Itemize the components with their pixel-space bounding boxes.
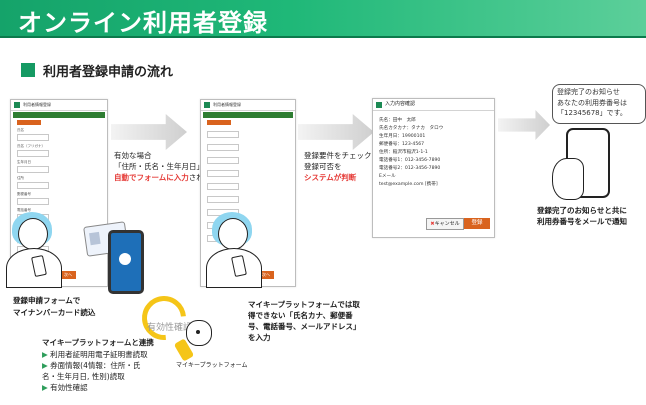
linkage-list: ▶ 利用者証明用電子証明書読取 ▶ 券面情報(4情報：住所・氏 名・生年月日, … [42,349,148,393]
card-photo [89,231,101,246]
app-icon [204,102,210,108]
arrow1-line3: 自動でフォームに入力される [114,173,211,182]
list-item: ▶ 券面情報(4情報：住所・氏 [42,361,141,370]
name-field[interactable] [17,134,49,141]
confirm-row: 住所：稲沢市稲沢1-1-1 [379,150,428,155]
done-caption-2: 利用券番号をメールで通知 [537,217,627,226]
mascot-label: マイキープラットフォーム [176,362,248,369]
confirm-row: 氏名カタカナ：タナカ タロウ [379,126,444,131]
form-field[interactable] [207,183,239,190]
arrow1-line2: 「住所・氏名・生年月日」が [114,162,212,171]
list-item: ▶ 利用者証明用電子証明書読取 [42,350,148,359]
notice-line2: あなたの利用券番号は [557,98,627,107]
platform-caption-2: 得できない「氏名カナ、郵便番 [248,311,353,320]
flow-arrow-1 [111,114,187,150]
section-marker [21,63,35,77]
section-title: 利用者登録申請の流れ [43,65,174,80]
field-label: 生年月日 [17,160,31,164]
cancel-button[interactable]: ✖キャンセル [426,218,464,230]
arrow1-line1: 有効な場合 [114,151,152,160]
card-read-button[interactable] [207,120,231,125]
card-read-button[interactable] [17,120,41,125]
triangle-bullet-icon: ▶ [42,361,48,370]
form-section-bar [13,112,105,118]
done-caption-1: 登録完了のお知らせと共に [537,206,627,215]
phone-reading-icon [108,230,144,294]
address-field[interactable] [17,182,49,189]
form-screen-header: 利用者情報登録 [201,100,295,111]
confirm-header: 入力内容確認 [373,99,494,111]
form-next-button[interactable]: 次へ [60,271,76,279]
confirm-row: Eメール [379,174,396,179]
platform-caption-1: マイキープラットフォームでは取 [248,300,360,309]
hand-icon [552,158,584,200]
field-label: 氏名（フリガナ） [17,144,45,148]
form-field[interactable] [207,170,239,177]
confirmation-screen: 入力内容確認 氏名：田中 太郎 氏名カタカナ：タナカ タロウ 生年月日：1990… [372,98,495,238]
read-caption-2: マイナンバーカード読込 [13,308,96,317]
person-face [218,218,248,250]
confirm-row: 生年月日：19900101 [379,134,426,139]
field-label: 氏名 [17,128,24,132]
birthdate-field[interactable] [17,166,49,173]
triangle-bullet-icon: ▶ [42,383,48,392]
app-icon [14,102,20,108]
form-field[interactable] [207,196,239,203]
arrow2-line2: 登録可否を [304,162,342,171]
list-item: ▶ 有効性確認 [42,383,88,392]
form-field[interactable] [207,131,239,138]
notice-line3: 「12345678」です。 [557,109,627,117]
form-section-bar [203,112,293,118]
kana-field[interactable] [17,150,49,157]
confirm-row: 氏名：田中 太郎 [379,118,416,123]
mascot-nose [196,330,200,334]
confirm-row: 電話番号1：012-3456-7890 [379,158,441,163]
confirm-row: 郵便番号：123-4567 [379,142,425,147]
flow-arrow-2 [298,114,374,150]
app-icon [376,101,382,108]
form-screen-header: 利用者情報登録 [11,100,107,111]
read-caption-1: 登録申請フォームで [13,296,81,305]
list-item: 名・生年月日, 性別)読取 [42,372,125,381]
person-face [18,218,48,250]
nfc-icon [119,253,131,265]
header-underline [0,36,646,38]
arrow2-line3: システムが判断 [304,173,357,182]
form-field[interactable] [207,157,239,164]
platform-caption-3: 号、電話番号、メールアドレス」 [248,322,361,331]
form-field[interactable] [207,144,239,151]
confirm-row: 電話番号2：012-3456-7890 [379,166,441,171]
page-title: オンライン利用者登録 [18,9,268,37]
notice-line1: 登録完了のお知らせ [557,88,620,96]
notice-bubble: 登録完了のお知らせ あなたの利用券番号は 「12345678」です。 [552,84,646,124]
field-label: 郵便番号 [17,192,31,196]
triangle-bullet-icon: ▶ [42,350,48,359]
register-button[interactable]: 登録 [464,218,490,229]
confirm-row: test@example.com [携帯] [379,182,438,187]
platform-caption-4: を入力 [248,333,271,342]
postal-code-field[interactable] [17,198,49,205]
flow-arrow-3 [498,110,550,140]
field-label: 住所 [17,176,24,180]
linkage-title: マイキープラットフォームと連携 [42,338,154,347]
